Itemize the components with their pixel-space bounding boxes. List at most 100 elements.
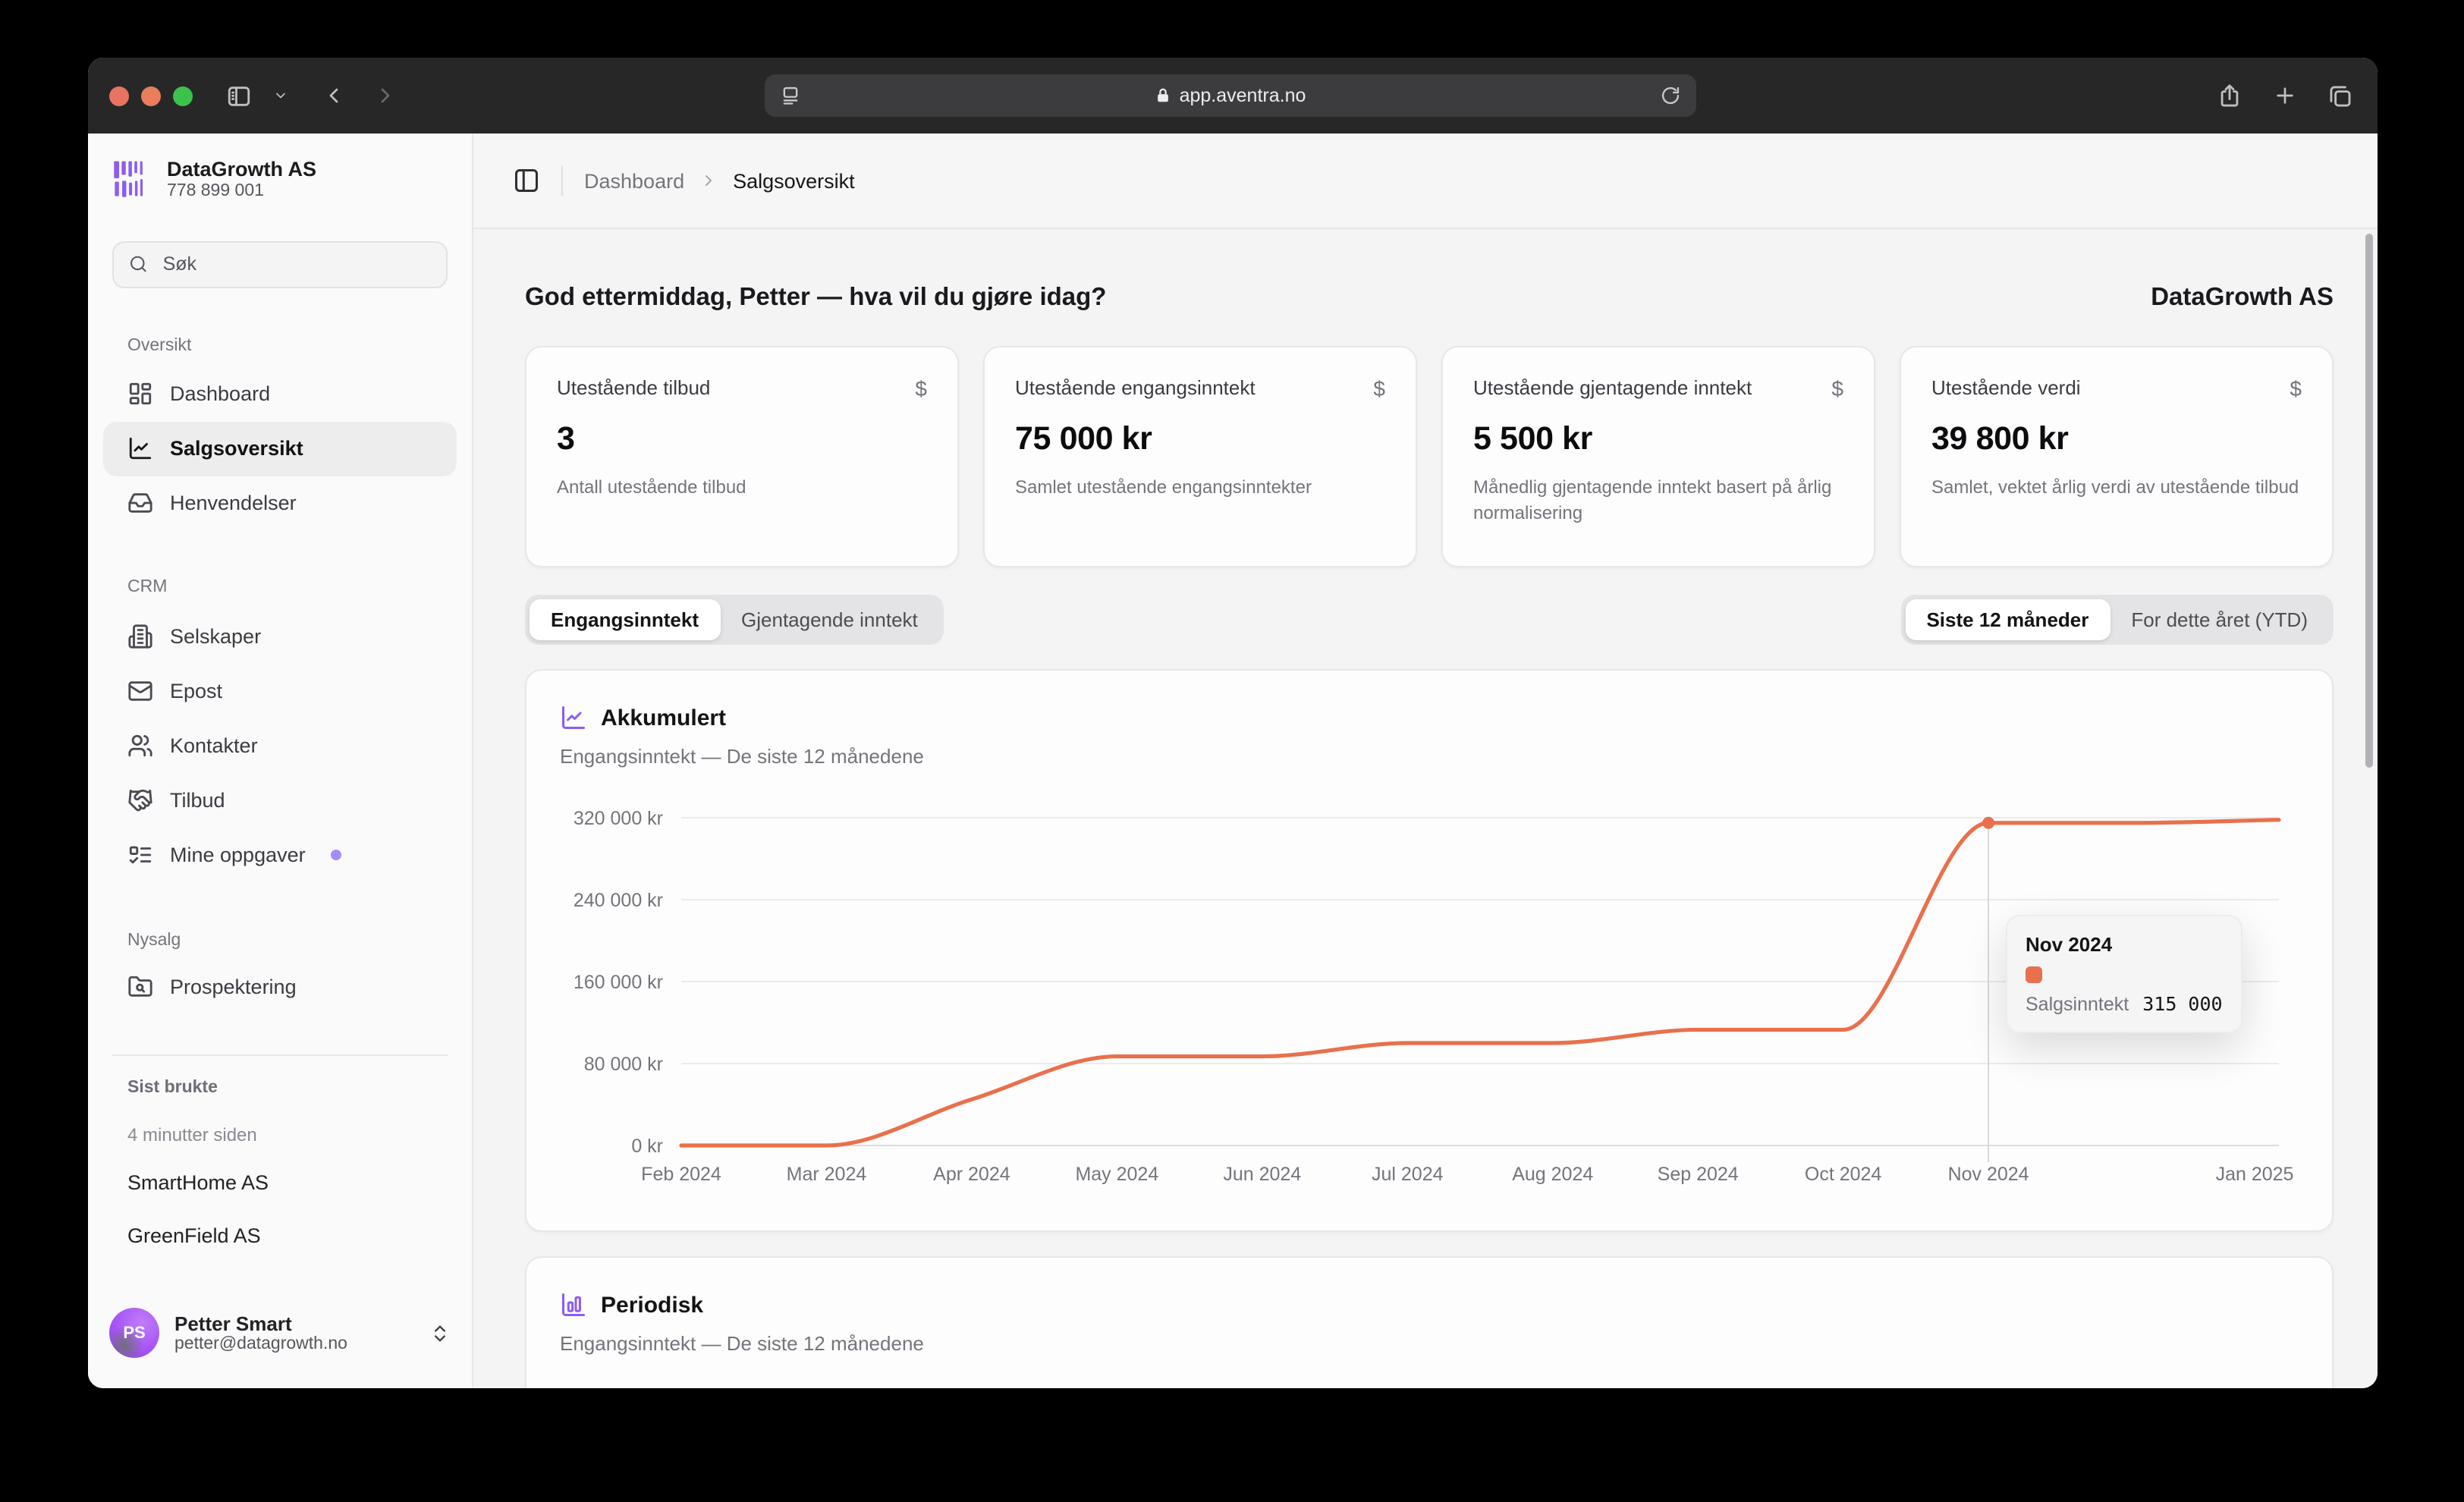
divider <box>561 165 563 196</box>
svg-text:160 000 kr: 160 000 kr <box>574 972 663 993</box>
sidebar-item-label: Salgsoversikt <box>170 437 303 460</box>
sidebar-item-label: Dashboard <box>170 382 270 405</box>
series-color-swatch <box>2026 966 2042 983</box>
sidebar-item-epost[interactable]: Epost <box>103 664 457 718</box>
svg-text:80 000 kr: 80 000 kr <box>584 1054 663 1075</box>
workspace-switcher[interactable]: DataGrowth AS 778 899 001 <box>112 158 448 200</box>
company-logo-icon <box>112 159 153 200</box>
sidebar-item-salgsoversikt[interactable]: Salgsoversikt <box>103 421 457 476</box>
tab-overview-icon[interactable] <box>2327 83 2353 108</box>
stat-description: Samlet utestående engangsinntekter <box>1015 476 1385 501</box>
line-chart-icon <box>127 435 153 461</box>
user-name: Petter Smart <box>174 1312 347 1335</box>
recent-item-greenfield[interactable]: GreenField AS <box>88 1224 472 1246</box>
close-window-button[interactable] <box>109 86 129 105</box>
share-icon[interactable] <box>2217 83 2242 108</box>
browser-window: app.aventra.no <box>88 58 2378 1388</box>
sidebar-item-henvendelser[interactable]: Henvendelser <box>103 476 457 530</box>
sidebar-item-tilbud[interactable]: Tilbud <box>103 773 457 828</box>
sidebar-item-label: Henvendelser <box>170 492 297 514</box>
dashboard-icon <box>127 381 153 407</box>
todo-list-icon <box>127 842 153 868</box>
breadcrumb-bar: Dashboard Salgsoversikt <box>473 134 2378 229</box>
mail-icon <box>127 678 153 704</box>
sidebar-item-mine-oppgaver[interactable]: Mine oppgaver <box>103 828 457 882</box>
chevron-right-icon <box>699 171 718 190</box>
svg-text:0 kr: 0 kr <box>631 1136 663 1157</box>
sidebar-item-label: Prospektering <box>170 976 297 998</box>
svg-text:320 000 kr: 320 000 kr <box>574 808 663 829</box>
dollar-icon: $ <box>1831 378 1843 399</box>
sidebar-item-prospektering[interactable]: Prospektering <box>103 960 457 1014</box>
periodic-chart-card: Periodisk Engangsinntekt — De siste 12 m… <box>525 1256 2334 1388</box>
tooltip-series-name: Salgsinntekt <box>2026 994 2129 1015</box>
user-email: petter@datagrowth.no <box>174 1336 347 1354</box>
company-name: DataGrowth AS <box>167 158 316 181</box>
section-label-nysalg: Nysalg <box>88 928 472 952</box>
svg-text:May 2024: May 2024 <box>1075 1164 1158 1185</box>
header-company-name: DataGrowth AS <box>2151 284 2334 313</box>
avatar: PS <box>109 1308 159 1358</box>
handshake-icon <box>127 787 153 813</box>
traffic-lights <box>109 86 193 105</box>
sidebar-chevron-down-icon[interactable] <box>273 88 288 103</box>
stat-card-utestaende-tilbud: Utestående tilbud $ 3 Antall utestående … <box>525 346 959 567</box>
sidebar-item-label: Selskaper <box>170 625 261 648</box>
user-menu[interactable]: PS Petter Smart petter@datagrowth.no <box>88 1296 472 1370</box>
stat-card-utestaende-verdi: Utestående verdi $ 39 800 kr Samlet, vek… <box>1900 346 2334 567</box>
screen: app.aventra.no <box>0 0 2464 1502</box>
svg-text:Apr 2024: Apr 2024 <box>933 1164 1010 1185</box>
zoom-window-button[interactable] <box>173 86 193 105</box>
tooltip-title: Nov 2024 <box>2026 933 2223 956</box>
browser-chrome: app.aventra.no <box>88 58 2378 134</box>
toggle-gjentagende-inntekt[interactable]: Gjentagende inntekt <box>720 599 939 640</box>
sidebar-item-label: Kontakter <box>170 734 258 757</box>
url-text: app.aventra.no <box>1180 85 1306 106</box>
panel-left-toggle-icon[interactable] <box>513 167 540 194</box>
revenue-type-toggle: Engangsinntekt Gjentagende inntekt <box>525 595 944 645</box>
recent-item-smarthome[interactable]: SmartHome AS <box>88 1170 472 1193</box>
dollar-icon: $ <box>2290 378 2302 399</box>
bar-chart-icon <box>560 1291 587 1318</box>
search-input[interactable] <box>160 252 431 276</box>
address-bar[interactable]: app.aventra.no <box>765 74 1696 117</box>
search-icon <box>129 253 148 275</box>
sidebar-divider <box>112 1054 448 1055</box>
toggle-ytd[interactable]: For dette året (YTD) <box>2110 599 2329 640</box>
stat-value: 39 800 kr <box>1931 421 2302 459</box>
sidebar-item-kontakter[interactable]: Kontakter <box>103 718 457 773</box>
svg-text:Sep 2024: Sep 2024 <box>1658 1164 1739 1185</box>
svg-text:Jan 2025: Jan 2025 <box>2216 1164 2294 1185</box>
stat-card-utestaende-engangsinntekt: Utestående engangsinntekt $ 75 000 kr Sa… <box>983 346 1417 567</box>
toggle-siste-12-maneder[interactable]: Siste 12 måneder <box>1905 599 2110 640</box>
sidebar-search[interactable] <box>112 240 448 288</box>
chart-title: Periodisk <box>601 1292 703 1318</box>
new-tab-icon[interactable] <box>2273 83 2297 108</box>
dollar-icon: $ <box>915 378 927 399</box>
breadcrumb-parent[interactable]: Dashboard <box>584 169 684 192</box>
forward-button[interactable] <box>373 83 398 108</box>
svg-text:Oct 2024: Oct 2024 <box>1805 1164 1882 1185</box>
svg-text:Feb 2024: Feb 2024 <box>641 1164 721 1185</box>
stat-title: Utestående gjentagende inntekt <box>1473 376 1761 401</box>
sidebar-toggle-icon[interactable] <box>226 83 252 108</box>
stat-card-utestaende-gjentagende-inntekt: Utestående gjentagende inntekt $ 5 500 k… <box>1441 346 1875 567</box>
stat-value: 75 000 kr <box>1015 421 1385 459</box>
main-content: Dashboard Salgsoversikt God ettermiddag,… <box>473 134 2378 1388</box>
sidebar: DataGrowth AS 778 899 001 Oversikt Dashb… <box>88 134 473 1388</box>
scrollbar-thumb[interactable] <box>2365 234 2373 768</box>
back-button[interactable] <box>322 83 346 108</box>
toggle-engangsinntekt[interactable]: Engangsinntekt <box>530 599 720 640</box>
stat-value: 3 <box>557 421 927 459</box>
tooltip-value: 315 000 <box>2142 992 2222 1015</box>
minimize-window-button[interactable] <box>141 86 161 105</box>
accumulated-chart-card: Akkumulert Engangsinntekt — De siste 12 … <box>525 669 2334 1232</box>
sidebar-item-selskaper[interactable]: Selskaper <box>103 609 457 664</box>
sidebar-item-label: Epost <box>170 680 222 702</box>
chart-subtitle: Engangsinntekt — De siste 12 månedene <box>560 1332 2299 1355</box>
inbox-icon <box>127 490 153 516</box>
sidebar-item-dashboard[interactable]: Dashboard <box>103 366 457 421</box>
svg-text:Aug 2024: Aug 2024 <box>1512 1164 1593 1185</box>
chart-tooltip: Nov 2024 Salgsinntekt 315 000 <box>2006 915 2242 1033</box>
stat-description: Samlet, vektet årlig verdi av utestående… <box>1931 476 2302 501</box>
